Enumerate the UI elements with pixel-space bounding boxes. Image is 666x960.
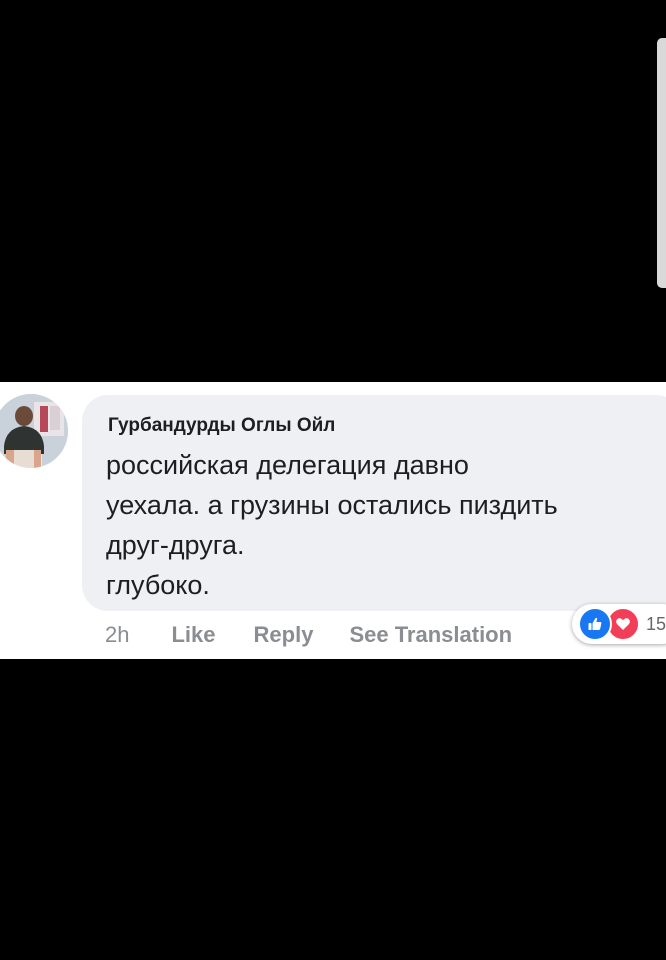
screen: Гурбандурды Оглы Ойл российская делегаци… xyxy=(0,0,666,960)
reactions-summary[interactable]: 15 xyxy=(572,604,666,644)
avatar-photo xyxy=(0,394,68,468)
see-translation-button[interactable]: See Translation xyxy=(349,622,512,648)
comment-line: друг-друга. xyxy=(106,530,245,560)
reply-button[interactable]: Reply xyxy=(254,622,314,648)
comment-bubble: Гурбандурды Оглы Ойл российская делегаци… xyxy=(82,395,666,611)
scrollbar[interactable] xyxy=(657,38,666,288)
comment-line: российская делегация давно xyxy=(106,450,469,480)
comment-text: российская делегация давно уехала. а гру… xyxy=(106,445,666,605)
avatar[interactable] xyxy=(0,394,68,468)
thumbs-up-icon xyxy=(578,607,612,641)
comment-card: Гурбандурды Оглы Ойл российская делегаци… xyxy=(0,382,666,659)
comment-actions: 2h Like Reply See Translation xyxy=(105,620,512,650)
comment-timestamp[interactable]: 2h xyxy=(105,622,129,648)
reaction-count: 15 xyxy=(646,613,666,634)
author-name[interactable]: Гурбандурды Оглы Ойл xyxy=(108,415,335,437)
like-button[interactable]: Like xyxy=(171,622,215,648)
comment-line: глубоко. xyxy=(106,570,210,600)
comment-line: уехала. а грузины остались пиздить xyxy=(106,490,558,520)
